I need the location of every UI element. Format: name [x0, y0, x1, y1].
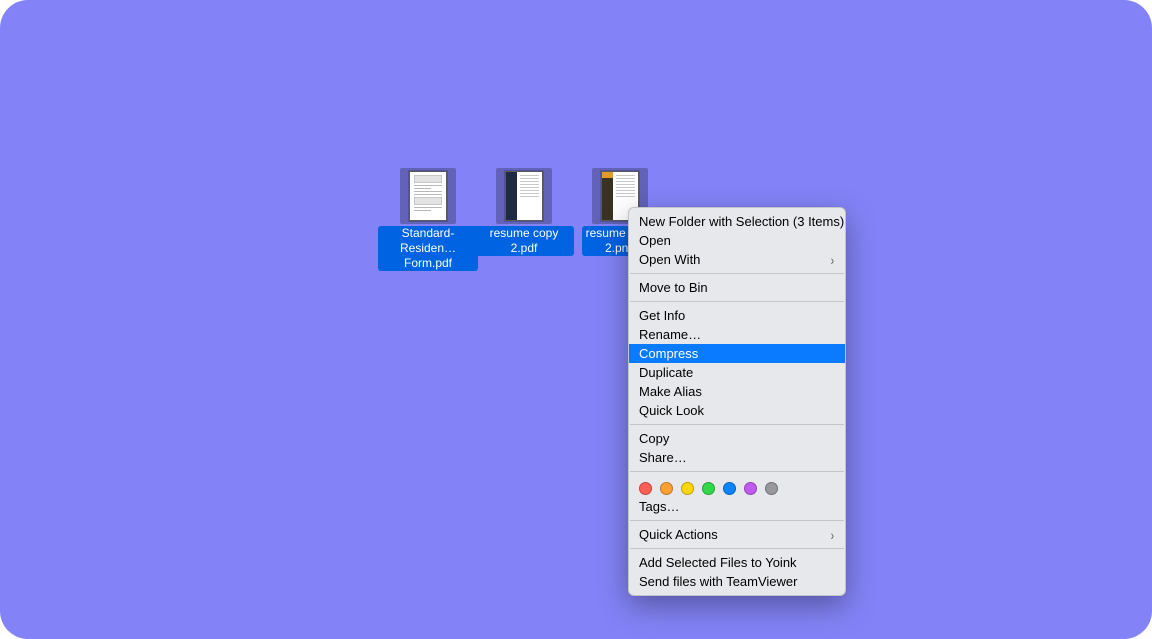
- menu-quick-actions[interactable]: Quick Actions ›: [629, 525, 845, 544]
- tag-color-purple[interactable]: [744, 482, 757, 495]
- chevron-right-icon: ›: [831, 528, 834, 542]
- context-menu: New Folder with Selection (3 Items) Open…: [628, 207, 846, 596]
- menu-label: Make Alias: [639, 384, 702, 399]
- menu-label: Move to Bin: [639, 280, 708, 295]
- menu-label: Quick Actions: [639, 527, 718, 542]
- menu-label: Tags…: [639, 499, 679, 514]
- menu-separator: [630, 520, 844, 521]
- tag-color-orange[interactable]: [660, 482, 673, 495]
- menu-make-alias[interactable]: Make Alias: [629, 382, 845, 401]
- menu-label: New Folder with Selection (3 Items): [639, 214, 844, 229]
- menu-move-to-bin[interactable]: Move to Bin: [629, 278, 845, 297]
- menu-get-info[interactable]: Get Info: [629, 306, 845, 325]
- tag-color-gray[interactable]: [765, 482, 778, 495]
- menu-label: Share…: [639, 450, 687, 465]
- menu-copy[interactable]: Copy: [629, 429, 845, 448]
- menu-open[interactable]: Open: [629, 231, 845, 250]
- menu-label: Open: [639, 233, 671, 248]
- menu-separator: [630, 471, 844, 472]
- menu-label: Duplicate: [639, 365, 693, 380]
- menu-quick-look[interactable]: Quick Look: [629, 401, 845, 420]
- menu-separator: [630, 273, 844, 274]
- menu-send-with-teamviewer[interactable]: Send files with TeamViewer: [629, 572, 845, 591]
- menu-label: Copy: [639, 431, 669, 446]
- file-thumbnail: [400, 168, 456, 224]
- document-icon: [505, 171, 543, 221]
- menu-label: Quick Look: [639, 403, 704, 418]
- menu-tag-color-row: [629, 476, 845, 497]
- desktop-background[interactable]: Standard- Residen…Form.pdf resume copy 2…: [0, 0, 1152, 639]
- menu-rename[interactable]: Rename…: [629, 325, 845, 344]
- tag-color-green[interactable]: [702, 482, 715, 495]
- menu-label: Rename…: [639, 327, 701, 342]
- menu-separator: [630, 424, 844, 425]
- menu-label: Get Info: [639, 308, 685, 323]
- menu-label: Add Selected Files to Yoink: [639, 555, 797, 570]
- menu-new-folder-with-selection[interactable]: New Folder with Selection (3 Items): [629, 212, 845, 231]
- file-item[interactable]: Standard- Residen…Form.pdf: [378, 168, 478, 271]
- menu-duplicate[interactable]: Duplicate: [629, 363, 845, 382]
- tag-color-yellow[interactable]: [681, 482, 694, 495]
- menu-label: Open With: [639, 252, 700, 267]
- menu-label: Compress: [639, 346, 698, 361]
- menu-separator: [630, 301, 844, 302]
- file-thumbnail: [496, 168, 552, 224]
- menu-separator: [630, 548, 844, 549]
- chevron-right-icon: ›: [831, 253, 834, 267]
- menu-label: Send files with TeamViewer: [639, 574, 798, 589]
- file-label: Standard- Residen…Form.pdf: [378, 226, 478, 271]
- menu-compress[interactable]: Compress: [629, 344, 845, 363]
- menu-share[interactable]: Share…: [629, 448, 845, 467]
- tag-color-red[interactable]: [639, 482, 652, 495]
- menu-open-with[interactable]: Open With ›: [629, 250, 845, 269]
- menu-add-to-yoink[interactable]: Add Selected Files to Yoink: [629, 553, 845, 572]
- file-label: resume copy 2.pdf: [474, 226, 574, 256]
- menu-tags[interactable]: Tags…: [629, 497, 845, 516]
- document-icon: [409, 171, 447, 221]
- file-item[interactable]: resume copy 2.pdf: [474, 168, 574, 256]
- tag-color-blue[interactable]: [723, 482, 736, 495]
